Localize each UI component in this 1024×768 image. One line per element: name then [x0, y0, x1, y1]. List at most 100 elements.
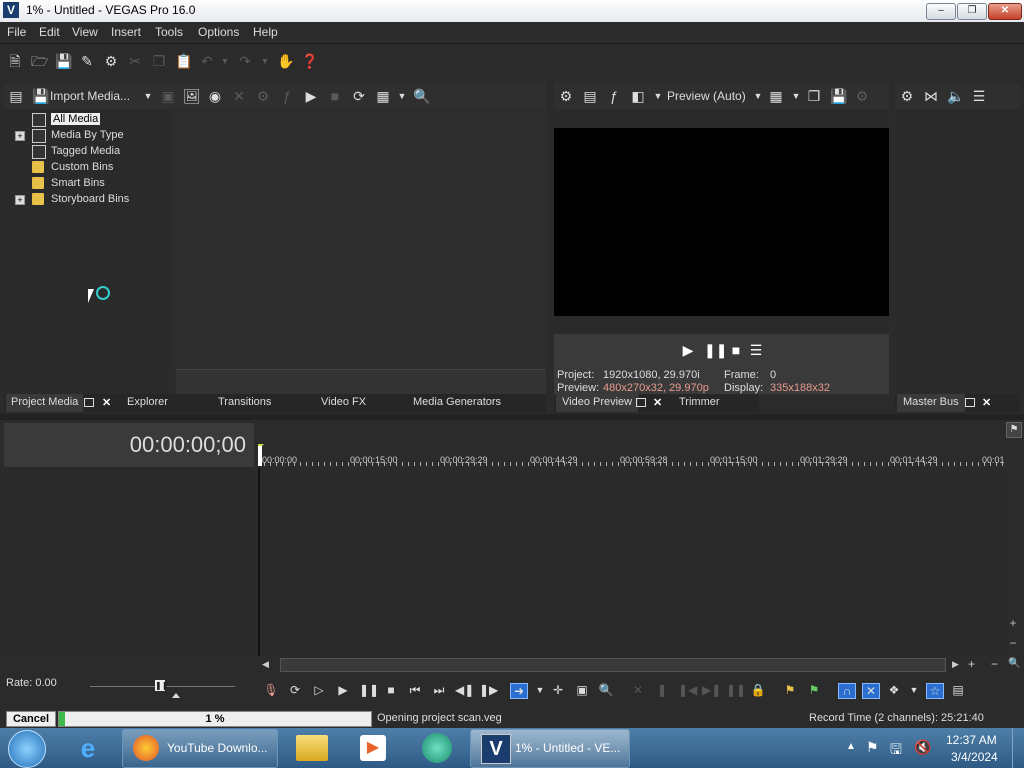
zoom-out-icon[interactable]: − [991, 657, 998, 671]
horizontal-scrollbar[interactable] [280, 658, 946, 672]
dim-output-icon[interactable]: 🔈 [947, 88, 964, 104]
new-file-icon[interactable]: 🗎 [7, 53, 23, 69]
show-desktop-button[interactable] [1012, 728, 1024, 768]
video-scopes-icon[interactable]: ⚙ [854, 88, 870, 104]
tab-video-fx[interactable]: Video FX [321, 396, 366, 408]
taskbar-item-vegas[interactable]: V 1% - Untitled - VE... [470, 729, 630, 768]
clock-time[interactable]: 12:37 AM [946, 733, 997, 747]
auto-crossfade-icon[interactable]: ✕ [862, 683, 880, 699]
undock-icon[interactable] [636, 398, 646, 407]
menu-options[interactable]: Options [198, 25, 239, 39]
loop-playback-icon[interactable]: ⟳ [287, 683, 303, 697]
split-dropdown-icon[interactable]: ▼ [650, 88, 666, 104]
media-view-icon[interactable]: ▤ [8, 88, 24, 104]
internet-explorer-icon[interactable]: e [72, 734, 104, 762]
cancel-button[interactable]: Cancel [6, 711, 56, 727]
lock-icon[interactable]: 🔒 [750, 683, 766, 697]
action-center-flag-icon[interactable]: ⚑ [866, 739, 879, 756]
scroll-left-icon[interactable]: ◀ [262, 659, 269, 670]
redo-icon[interactable]: ↷ [237, 53, 253, 69]
stop-icon[interactable]: ■ [383, 683, 399, 697]
menu-file[interactable]: File [7, 25, 26, 39]
whats-this-help-icon[interactable]: ❓ [301, 53, 318, 69]
delete-icon[interactable]: ✕ [630, 683, 646, 697]
file-explorer-icon[interactable] [296, 735, 328, 761]
menu-insert[interactable]: Insert [111, 25, 141, 39]
preview-play-icon[interactable]: ▶ [680, 342, 696, 358]
close-button[interactable]: ✕ [988, 3, 1022, 20]
auto-ripple-icon[interactable]: ❖ [886, 683, 902, 697]
network-icon[interactable]: 🖫 [890, 739, 902, 763]
pause-icon[interactable]: ❚❚ [359, 683, 379, 697]
ripple-dropdown-icon[interactable]: ▼ [906, 683, 922, 697]
copy-icon[interactable]: ❐ [151, 53, 167, 69]
menu-help[interactable]: Help [253, 25, 278, 39]
tab-project-media[interactable]: Project Media [6, 394, 84, 412]
next-frame-icon[interactable]: ❚▶ [479, 683, 498, 697]
views-icon[interactable]: ▦ [375, 88, 391, 104]
tab-explorer[interactable]: Explorer [127, 396, 168, 408]
show-hidden-icons-icon[interactable]: ▲ [846, 741, 856, 752]
save-snapshot-icon[interactable]: 💾 [830, 88, 847, 104]
mixer-faders-icon[interactable]: ☰ [971, 88, 987, 104]
enable-snapping-icon[interactable]: ✋ [277, 53, 294, 69]
insert-region-icon[interactable]: ⚑ [806, 683, 822, 697]
zoom-edit-tool-icon[interactable]: 🔍 [598, 683, 614, 697]
panel-divider[interactable] [0, 414, 1024, 420]
tab-video-preview[interactable]: Video Preview [556, 394, 639, 412]
zoom-in-icon[interactable]: + [968, 657, 975, 671]
expand-icon[interactable]: + [15, 195, 25, 205]
split-screen-icon[interactable]: ◧ [630, 88, 646, 104]
save-icon[interactable]: 💾 [55, 53, 72, 69]
go-to-start-icon[interactable]: ⏮ [407, 683, 423, 697]
trim-start-icon[interactable]: ❚◀ [678, 683, 697, 697]
preview-menu-icon[interactable]: ☰ [748, 342, 764, 358]
preview-stop-icon[interactable]: ■ [728, 342, 744, 358]
undock-icon[interactable] [965, 398, 975, 407]
start-preview-icon[interactable]: ▶ [303, 88, 319, 104]
search-icon[interactable]: 🔍 [413, 88, 430, 104]
copy-snapshot-icon[interactable]: ❐ [806, 88, 822, 104]
ignore-grouping-icon[interactable]: ▤ [950, 683, 966, 697]
play-icon[interactable]: ▶ [335, 683, 351, 697]
media-browser-area[interactable] [172, 109, 546, 368]
selection-tool-icon[interactable]: ▣ [574, 683, 590, 697]
paste-icon[interactable]: 📋 [175, 53, 192, 69]
tab-transitions[interactable]: Transitions [218, 396, 271, 408]
open-folder-icon[interactable]: 🗁 [31, 53, 48, 69]
remove-media-icon[interactable]: ✕ [231, 88, 247, 104]
zoom-tool-icon[interactable]: 🔍 [1008, 658, 1020, 669]
play-from-start-icon[interactable]: ▷ [311, 683, 327, 697]
timeline-track-area[interactable] [258, 468, 1006, 656]
undock-icon[interactable] [84, 398, 94, 407]
insert-marker-icon[interactable]: ⚑ [782, 683, 798, 697]
import-media-icon[interactable]: 💾 [32, 88, 49, 104]
snapping-magnet-icon[interactable]: ∩ [838, 683, 856, 699]
envelope-tool-icon[interactable]: ✛ [550, 683, 566, 697]
previous-frame-icon[interactable]: ◀❚ [455, 683, 474, 697]
capture-icon[interactable]: ▣ [160, 88, 176, 104]
minimize-button[interactable]: – [926, 3, 956, 20]
zoom-out-vertical-icon[interactable]: − [1006, 636, 1020, 650]
scroll-right-icon[interactable]: ▶ [952, 659, 959, 670]
auto-preview-icon[interactable]: ⟳ [351, 88, 367, 104]
properties-icon[interactable]: ⚙ [255, 88, 271, 104]
overlays-grid-icon[interactable]: ▦ [768, 88, 784, 104]
import-media-button[interactable]: Import Media... [50, 89, 130, 103]
tab-master-bus[interactable]: Master Bus [897, 394, 965, 412]
views-dropdown-icon[interactable]: ▼ [394, 88, 410, 104]
taskbar-item-firefox[interactable]: YouTube Downlo... [122, 729, 278, 768]
expand-icon[interactable]: + [15, 131, 25, 141]
start-button-icon[interactable] [8, 730, 46, 768]
undo-dropdown-icon[interactable]: ▼ [217, 53, 233, 69]
video-fx-icon[interactable]: ƒ [606, 88, 622, 104]
cut-icon[interactable]: ✂ [127, 53, 143, 69]
overlays-dropdown-icon[interactable]: ▼ [788, 88, 804, 104]
normal-edit-tool-icon[interactable]: ➜ [510, 683, 528, 699]
mixer-settings-gear-icon[interactable]: ⚙ [899, 88, 915, 104]
app-icon[interactable] [422, 733, 452, 763]
preview-device-icon[interactable]: ▤ [582, 88, 598, 104]
trim-icon[interactable]: ❚ [654, 683, 670, 697]
preview-pause-icon[interactable]: ❚❚ [704, 342, 727, 358]
zoom-in-vertical-icon[interactable]: + [1006, 616, 1020, 630]
